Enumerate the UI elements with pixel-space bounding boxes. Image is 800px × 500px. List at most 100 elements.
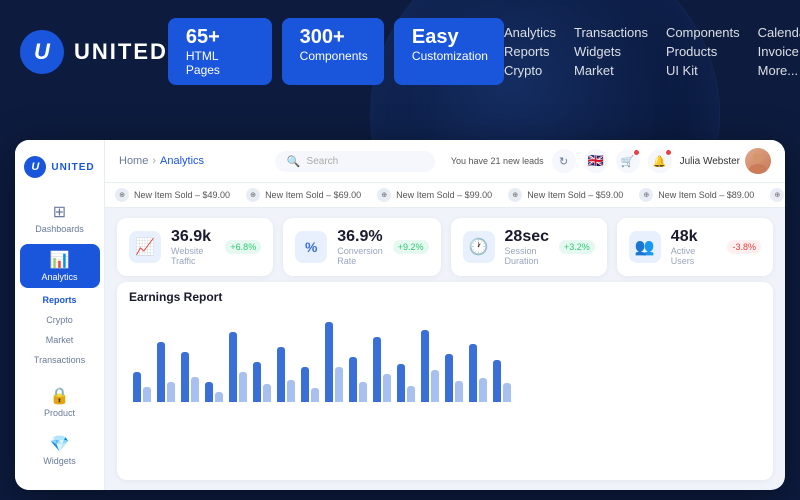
nav-transactions[interactable]: Transactions (574, 25, 648, 40)
cart-button[interactable]: 🛒 (616, 149, 640, 173)
bar-group (373, 337, 391, 402)
notification-button[interactable]: 🔔 (648, 149, 672, 173)
conversion-change: +9.2% (393, 240, 429, 254)
bar-secondary (287, 380, 295, 402)
logo-icon: U (20, 30, 64, 74)
nav-widgets[interactable]: Widgets (574, 44, 648, 59)
users-label: Active Users (671, 246, 718, 266)
search-bar[interactable]: 🔍 Search (275, 151, 435, 172)
sidebar-logo-icon: U (24, 156, 46, 178)
brand-logo[interactable]: U UNITED (20, 30, 168, 74)
bar-secondary (383, 374, 391, 402)
session-icon: 🕐 (463, 231, 495, 263)
refresh-button[interactable]: ↻ (552, 149, 576, 173)
session-value: 28sec (505, 228, 550, 246)
bar-group (445, 354, 463, 402)
sidebar-item-analytics[interactable]: 📊 Analytics (20, 244, 100, 288)
bar-secondary (191, 377, 199, 402)
bar-primary (325, 322, 333, 402)
widgets-label: Widgets (43, 456, 76, 466)
sidebar-item-transactions[interactable]: Transactions (20, 352, 100, 368)
bar-group (253, 362, 271, 402)
sidebar-item-crypto[interactable]: Crypto (20, 312, 100, 328)
nav-products[interactable]: Products (666, 44, 740, 59)
analytics-icon: 📊 (50, 250, 70, 270)
bar-group (157, 342, 175, 402)
ticker-icon-6: ⊕ (770, 188, 784, 202)
bar-group (349, 357, 367, 402)
marketing-stats: 65+ HTML Pages 300+ Components Easy Cust… (168, 18, 504, 85)
nav-col-2: Transactions Widgets Market (574, 25, 648, 78)
bar-primary (277, 347, 285, 402)
stat3-label: Customization (412, 49, 486, 63)
nav-invoice[interactable]: Invoice (758, 44, 800, 59)
nav-market[interactable]: Market (574, 63, 648, 78)
sidebar-item-dashboards[interactable]: ⊞ Dashboards (20, 196, 100, 240)
bar-secondary (455, 381, 463, 402)
user-profile[interactable]: Julia Webster (680, 148, 771, 174)
nav-calendar[interactable]: Calendar (758, 25, 800, 40)
bar-primary (493, 360, 501, 402)
users-change: -3.8% (727, 240, 761, 254)
chart-area: Earnings Report (117, 282, 773, 480)
bar-secondary (167, 382, 175, 402)
conversion-value: 36.9% (337, 228, 383, 246)
chart-container (129, 312, 761, 402)
leads-badge: You have 21 new leads (451, 156, 544, 166)
analytics-label: Analytics (41, 272, 77, 282)
nav-components[interactable]: Components (666, 25, 740, 40)
notification-dot (665, 149, 672, 156)
marketing-stat-3: Easy Customization (394, 18, 504, 85)
conversion-icon: % (295, 231, 327, 263)
traffic-change: +6.8% (225, 240, 261, 254)
bar-group (133, 372, 151, 402)
ticker-item-1: ⊕ New Item Sold – $49.00 (115, 188, 230, 202)
users-icon: 👥 (629, 231, 661, 263)
sidebar-item-reports[interactable]: Reports (20, 292, 100, 308)
bar-group (325, 322, 343, 402)
ticker-bar: ⊕ New Item Sold – $49.00 ⊕ New Item Sold… (105, 183, 785, 208)
session-change: +3.2% (559, 240, 595, 254)
bar-primary (445, 354, 453, 402)
traffic-body: 36.9k Website Traffic (171, 228, 215, 266)
conversion-body: 36.9% Conversion Rate (337, 228, 383, 266)
breadcrumb: Home › Analytics (119, 155, 204, 167)
user-avatar (745, 148, 771, 174)
bar-secondary (335, 367, 343, 402)
sidebar-logo-text: UNITED (51, 162, 94, 173)
bar-group (469, 344, 487, 402)
bar-secondary (407, 386, 415, 402)
transactions-label: Transactions (28, 355, 92, 365)
nav-col-1: Analytics Reports Crypto (504, 25, 556, 78)
topnav-right: You have 21 new leads ↻ 🇬🇧 🛒 🔔 Julia Web… (451, 148, 771, 174)
sidebar-item-product[interactable]: 🔒 Product (20, 380, 100, 424)
reports-label: Reports (28, 295, 92, 305)
users-value: 48k (671, 228, 718, 246)
nav-crypto[interactable]: Crypto (504, 63, 556, 78)
ticker-item-2: ⊕ New Item Sold – $69.00 (246, 188, 361, 202)
sidebar-item-market[interactable]: Market (20, 332, 100, 348)
stat2-number: 300+ (300, 26, 366, 49)
bar-group (205, 382, 223, 402)
nav-reports[interactable]: Reports (504, 44, 556, 59)
language-selector[interactable]: 🇬🇧 (584, 149, 608, 173)
ticker-item-4: ⊕ New Item Sold – $59.00 (508, 188, 623, 202)
bar-secondary (263, 384, 271, 402)
bar-secondary (431, 370, 439, 402)
sidebar-item-widgets[interactable]: 💎 Widgets (20, 428, 100, 472)
bar-secondary (503, 383, 511, 402)
search-input[interactable]: Search (307, 156, 339, 167)
brand-name: UNITED (74, 39, 168, 65)
ticker-item-5: ⊕ New Item Sold – $89.00 (639, 188, 754, 202)
stat-card-conversion: % 36.9% Conversion Rate +9.2% (283, 218, 440, 276)
sidebar-brand[interactable]: U UNITED (16, 150, 102, 184)
breadcrumb-home[interactable]: Home (119, 155, 148, 167)
product-icon: 🔒 (50, 386, 70, 406)
bar-primary (469, 344, 477, 402)
nav-analytics[interactable]: Analytics (504, 25, 556, 40)
nav-more[interactable]: More... (758, 63, 800, 78)
search-icon: 🔍 (287, 155, 301, 168)
nav-uikit[interactable]: UI Kit (666, 63, 740, 78)
bar-primary (421, 330, 429, 402)
stat-card-session: 🕐 28sec Session Duration +3.2% (451, 218, 607, 276)
